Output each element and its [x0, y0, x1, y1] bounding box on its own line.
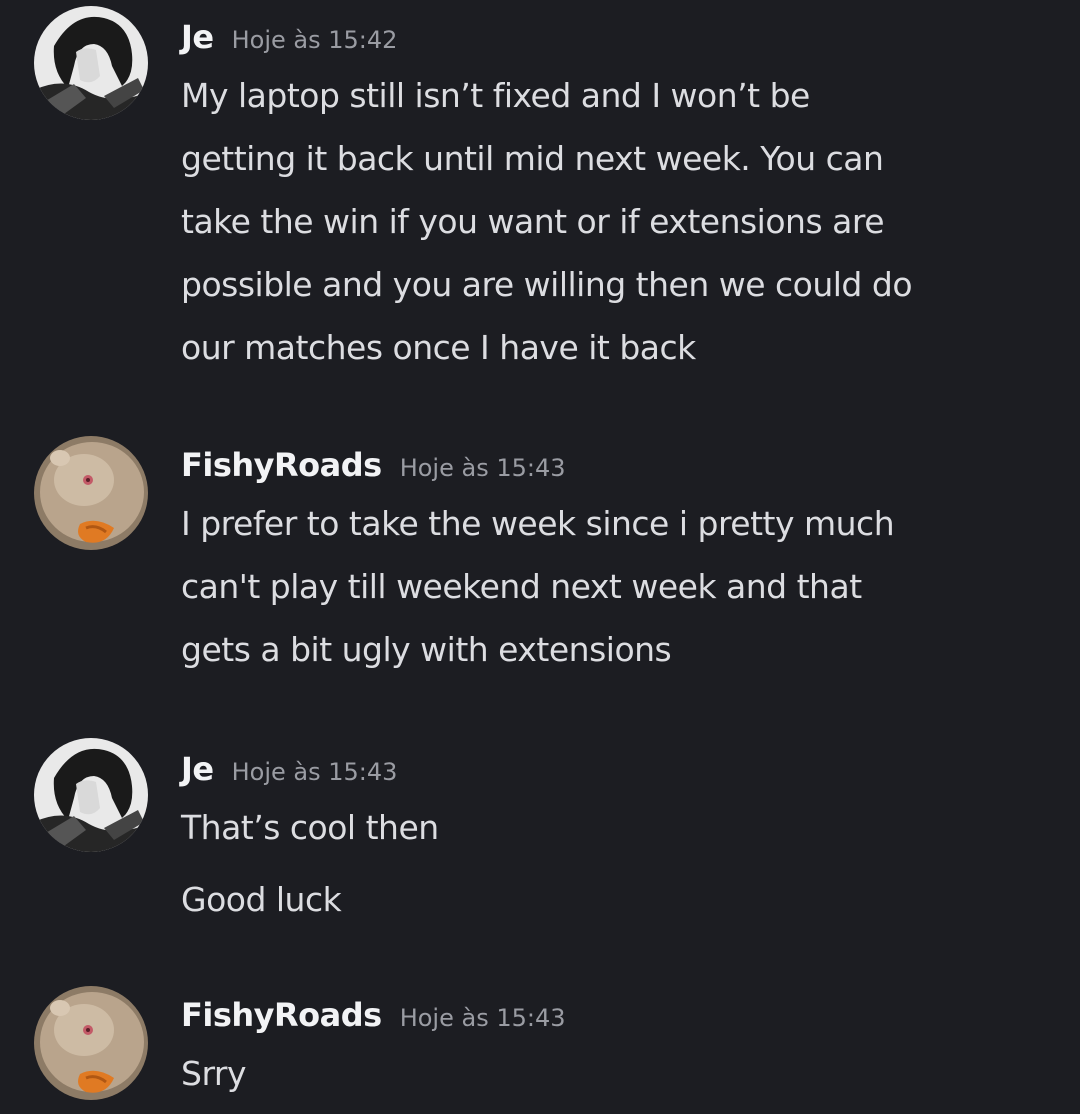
message-header: Je Hoje às 15:43	[181, 750, 397, 788]
message-header: FishyRoads Hoje às 15:43	[181, 996, 565, 1034]
username[interactable]: Je	[181, 750, 214, 788]
anime-character-avatar-icon	[34, 738, 148, 852]
username[interactable]: Je	[181, 18, 214, 56]
message-header: FishyRoads Hoje às 15:43	[181, 446, 565, 484]
username[interactable]: FishyRoads	[181, 996, 382, 1034]
message-text: getting it back until mid next week. You…	[181, 139, 884, 178]
username[interactable]: FishyRoads	[181, 446, 382, 484]
message-text: take the win if you want or if extension…	[181, 202, 885, 241]
message-text: Srry	[181, 1054, 247, 1093]
message-group: FishyRoads Hoje às 15:43 I prefer to take…	[0, 420, 1080, 720]
message-text: can't play till weekend next week and th…	[181, 567, 862, 606]
message-text: I prefer to take the week since i pretty…	[181, 504, 895, 543]
timestamp: Hoje às 15:43	[399, 1004, 566, 1032]
user-avatar[interactable]	[34, 738, 148, 852]
message-text: That’s cool then	[181, 808, 439, 847]
message-text: Good luck	[181, 880, 342, 919]
anime-character-avatar-icon	[34, 6, 148, 120]
message-group: FishyRoads Hoje às 15:43 Srry	[0, 980, 1080, 1114]
user-avatar[interactable]	[34, 986, 148, 1100]
timestamp: Hoje às 15:43	[231, 758, 398, 786]
timestamp: Hoje às 15:42	[231, 26, 398, 54]
user-avatar[interactable]	[34, 6, 148, 120]
message-group: Je Hoje às 15:43 That’s cool then Good lu…	[0, 720, 1080, 980]
message-text: My laptop still isn’t fixed and I won’t …	[181, 76, 810, 115]
message-text: gets a bit ugly with extensions	[181, 630, 672, 669]
message-group: Je Hoje às 15:42 My laptop still isn’t fi…	[0, 0, 1080, 420]
message-text: our matches once I have it back	[181, 328, 696, 367]
user-avatar[interactable]	[34, 436, 148, 550]
hamster-avatar-icon	[34, 986, 148, 1100]
message-header: Je Hoje às 15:42	[181, 18, 397, 56]
timestamp: Hoje às 15:43	[399, 454, 566, 482]
message-text: possible and you are willing then we cou…	[181, 265, 913, 304]
hamster-avatar-icon	[34, 436, 148, 550]
